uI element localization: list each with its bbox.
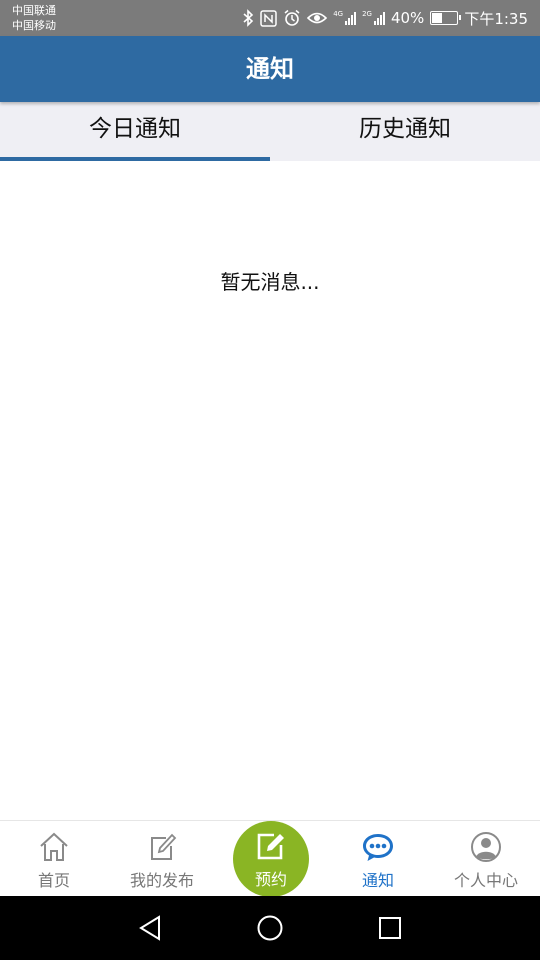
- eye-icon: [307, 8, 328, 28]
- carrier-2: 中国移动: [12, 19, 56, 32]
- nav-notifications-label: 通知: [361, 871, 394, 890]
- carrier-info: 中国联通 中国移动: [12, 3, 56, 33]
- nav-notifications[interactable]: 通知: [324, 821, 432, 897]
- status-icons: 4G 2G 40% 下午1:35: [242, 0, 528, 36]
- nav-home-label: 首页: [37, 871, 70, 890]
- nav-reserve[interactable]: 预约: [233, 821, 309, 897]
- page-title: 通知: [246, 55, 294, 83]
- pencil-square-icon: [257, 833, 284, 860]
- empty-state-message: 暂无消息...: [220, 270, 320, 294]
- nav-profile[interactable]: 个人中心: [432, 821, 540, 897]
- user-icon: [471, 832, 501, 862]
- battery-percent: 40%: [390, 9, 425, 27]
- battery-icon: [430, 11, 462, 25]
- tab-today[interactable]: 今日通知: [0, 102, 270, 161]
- home-icon: [40, 832, 68, 861]
- nav-reserve-label: 预约: [254, 870, 287, 889]
- system-nav-bar: [0, 896, 540, 960]
- clock: 下午1:35: [464, 9, 528, 28]
- bluetooth-icon: [242, 8, 254, 28]
- nav-home[interactable]: 首页: [0, 821, 108, 897]
- signal-icon-2: 2G: [362, 11, 385, 25]
- status-bar: 中国联通 中国移动 4G 2G 40% 下午1:35: [0, 0, 540, 36]
- edit-icon: [151, 833, 177, 860]
- signal-icon: 4G: [333, 11, 357, 25]
- nav-profile-label: 个人中心: [453, 871, 518, 890]
- app-header: 通知: [0, 36, 540, 102]
- nav-my-posts[interactable]: 我的发布: [108, 821, 216, 897]
- alarm-icon: [283, 8, 301, 28]
- carrier-1: 中国联通: [12, 4, 56, 17]
- tab-bar: 今日通知 历史通知: [0, 102, 540, 161]
- nfc-icon: [260, 8, 277, 28]
- bottom-nav: 首页 我的发布 预约 通知 个人中心: [0, 820, 540, 897]
- recent-apps-icon[interactable]: [374, 912, 406, 944]
- home-circle-icon[interactable]: [254, 912, 286, 944]
- back-icon[interactable]: [134, 912, 166, 944]
- tab-history[interactable]: 历史通知: [270, 102, 540, 161]
- nav-my-posts-label: 我的发布: [129, 871, 194, 890]
- chat-bubble-icon: [363, 834, 393, 861]
